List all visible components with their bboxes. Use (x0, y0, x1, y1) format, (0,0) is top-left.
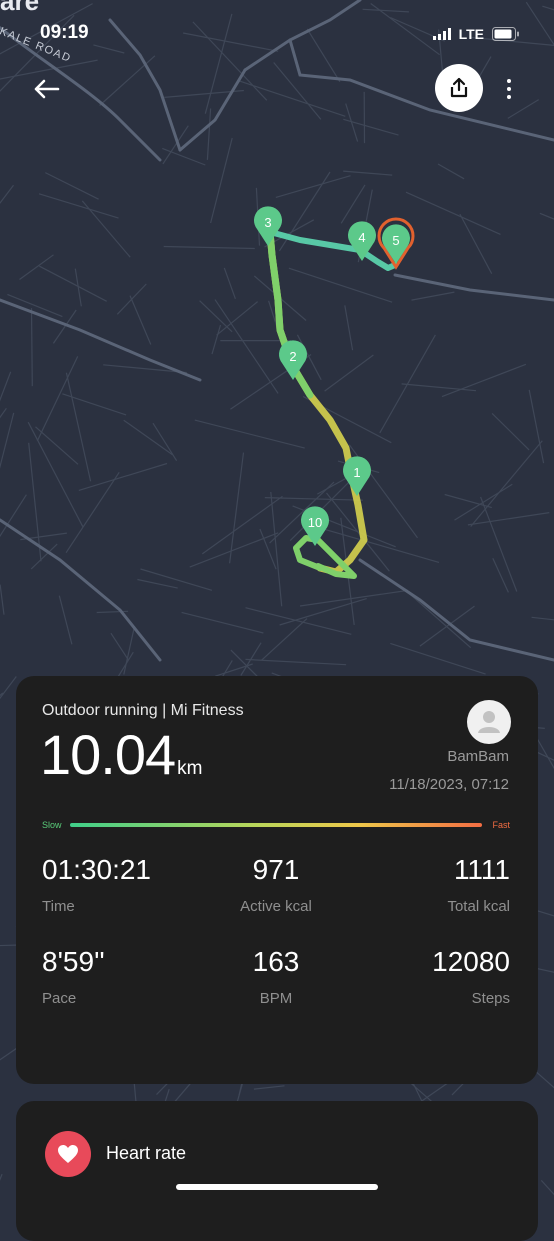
speed-scale: Slow Fast (42, 820, 510, 830)
lap-marker-label: 10 (308, 515, 322, 530)
heart-rate-badge (45, 1131, 91, 1177)
session-date: 11/18/2023, 07:12 (389, 776, 509, 793)
signal-icon (433, 28, 451, 40)
stat-pace: 8'59'' Pace (42, 946, 212, 1007)
stat-time: 01:30:21 Time (42, 854, 212, 915)
user-name: BamBam (447, 748, 509, 765)
stat-value: 12080 (340, 946, 510, 978)
stat-label: Steps (340, 990, 510, 1007)
more-dot-icon (507, 79, 511, 83)
speed-slow-label: Slow (42, 820, 62, 830)
distance: 10.04 km (40, 722, 202, 787)
stat-bpm: 163 BPM (191, 946, 361, 1007)
heart-rate-card[interactable]: Heart rate (16, 1101, 538, 1241)
arrow-left-icon (30, 72, 64, 106)
distance-value: 10.04 (40, 722, 175, 787)
status-indicators: LTE (433, 26, 520, 42)
stat-label: Total kcal (340, 898, 510, 915)
back-button[interactable] (30, 72, 64, 106)
lap-marker-label: 4 (358, 230, 365, 245)
heart-icon (57, 1144, 79, 1164)
stat-value: 163 (191, 946, 361, 978)
workout-summary-card[interactable]: Outdoor running | Mi Fitness 10.04 km Ba… (16, 676, 538, 1084)
network-type: LTE (459, 26, 484, 42)
speed-fast-label: Fast (492, 820, 510, 830)
stat-active-kcal: 971 Active kcal (191, 854, 361, 915)
battery-icon (492, 27, 520, 41)
stat-steps: 12080 Steps (340, 946, 510, 1007)
share-button[interactable] (435, 64, 483, 112)
stat-label: Active kcal (191, 898, 361, 915)
heart-rate-label: Heart rate (106, 1143, 186, 1164)
lap-marker-label: 1 (353, 465, 360, 480)
more-dot-icon (507, 95, 511, 99)
more-options-button[interactable] (500, 74, 518, 104)
activity-title: Outdoor running | Mi Fitness (42, 702, 244, 720)
stat-value: 01:30:21 (42, 854, 212, 886)
stat-label: Time (42, 898, 212, 915)
more-dot-icon (507, 87, 511, 91)
stat-total-kcal: 1111 Total kcal (340, 854, 510, 915)
stat-value: 1111 (340, 854, 510, 886)
speed-gradient (70, 823, 482, 827)
status-time: 09:19 (40, 22, 89, 44)
stat-value: 8'59'' (42, 946, 212, 978)
distance-unit: km (177, 758, 202, 780)
home-indicator (176, 1184, 378, 1190)
lap-marker-label: 3 (264, 215, 271, 230)
status-bar: 09:19 LTE (0, 0, 554, 70)
lap-marker-label: 2 (289, 349, 296, 364)
share-icon (448, 77, 470, 99)
lap-marker-label: 5 (392, 233, 399, 248)
stat-label: Pace (42, 990, 212, 1007)
avatar[interactable] (467, 700, 511, 744)
user-icon (467, 700, 511, 744)
stat-value: 971 (191, 854, 361, 886)
stat-label: BPM (191, 990, 361, 1007)
